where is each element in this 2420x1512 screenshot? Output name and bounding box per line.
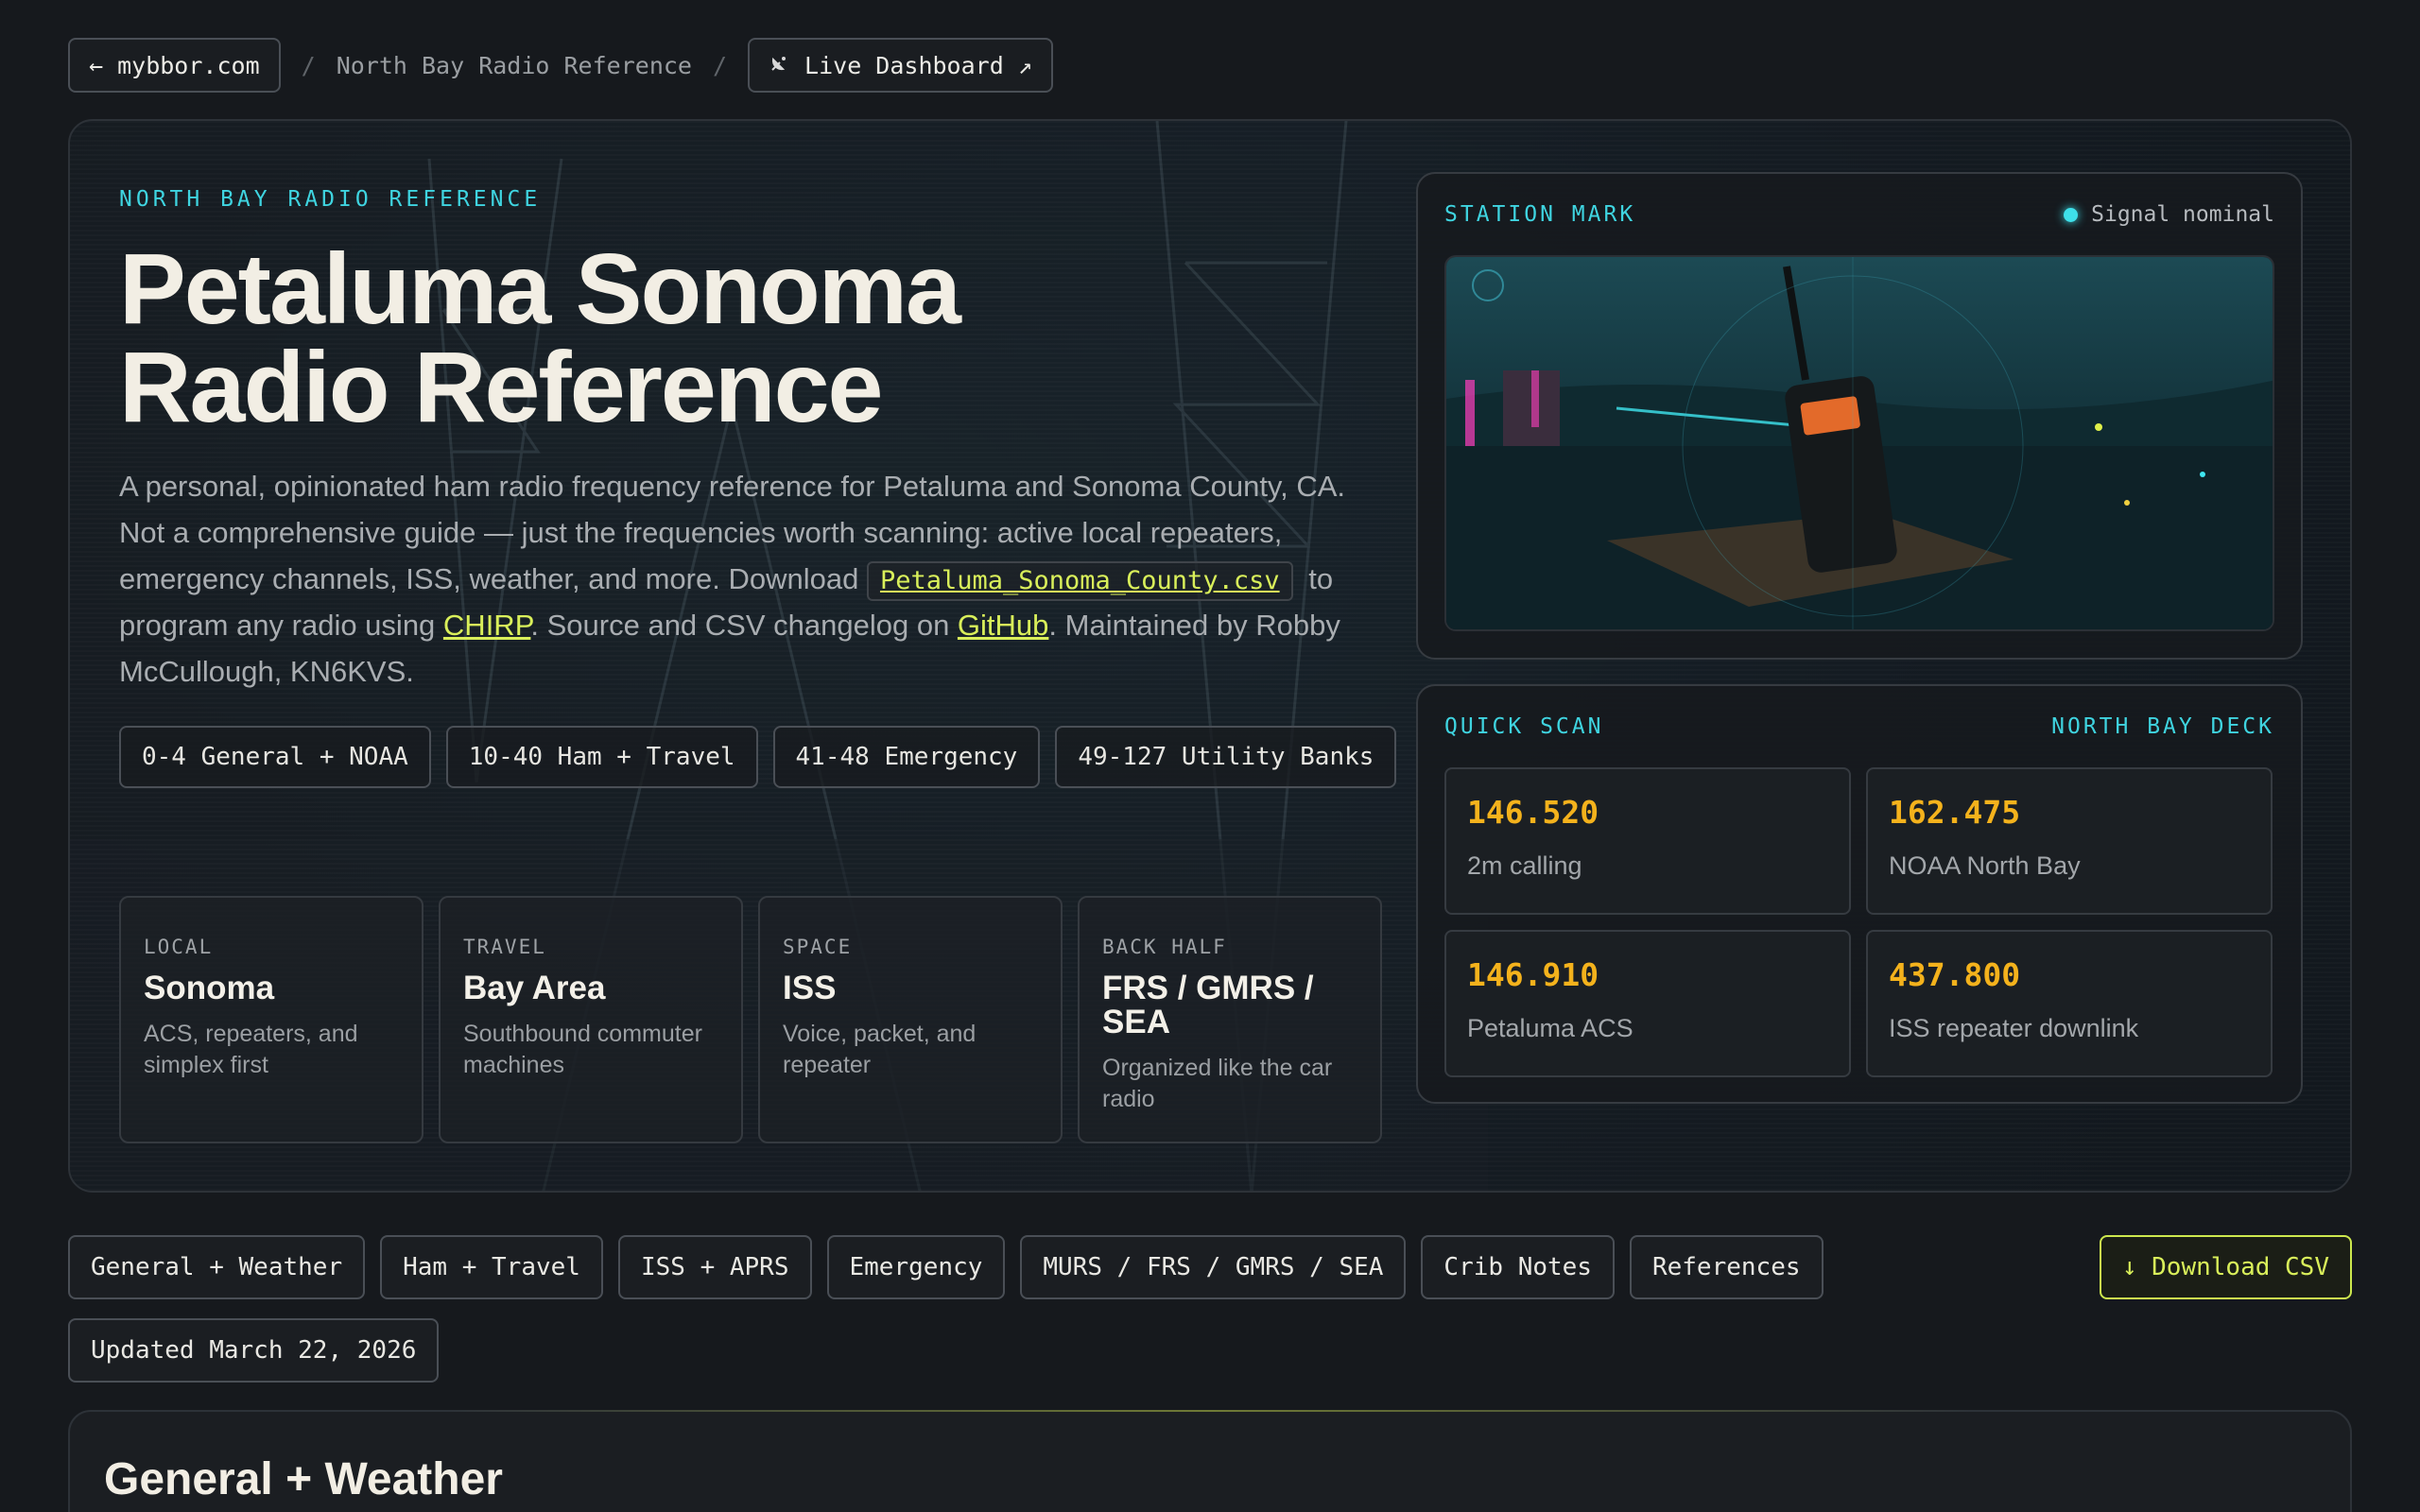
title-line-1: Petaluma Sonoma [119, 233, 961, 345]
frequency-label: Petaluma ACS [1467, 1014, 1634, 1042]
panel-header: QUICK SCAN [1444, 714, 1604, 739]
card-title: Bay Area [463, 970, 606, 1006]
quick-scan-panel: QUICK SCAN NORTH BAY DECK 146.520 2m cal… [1416, 684, 2303, 1104]
station-image [1444, 255, 2274, 631]
card-tag: LOCAL [144, 936, 214, 958]
page-title: Petaluma Sonoma Radio Reference [119, 239, 1253, 438]
station-mark-panel: STATION MARK Signal nominal [1416, 172, 2303, 660]
card-subtitle: ACS, repeaters, and simplex first [144, 1021, 358, 1078]
chirp-link[interactable]: CHIRP [443, 609, 530, 642]
csv-file-link[interactable]: Petaluma_Sonoma_County.csv [866, 561, 1293, 601]
nav-iss-aprs[interactable]: ISS + APRS [617, 1235, 812, 1299]
nav-murs-frs-gmrs-sea[interactable]: MURS / FRS / GMRS / SEA [1020, 1235, 1407, 1299]
card-tag: TRAVEL [463, 936, 546, 958]
bank-chip[interactable]: 10-40 Ham + Travel [445, 726, 758, 788]
nav-crib-notes[interactable]: Crib Notes [1421, 1235, 1615, 1299]
frequency-label: 2m calling [1467, 851, 1582, 880]
back-link[interactable]: ← mybbor.com [68, 38, 281, 93]
quick-scan-grid: 146.520 2m calling 162.475 NOAA North Ba… [1444, 767, 2273, 1077]
frequency-value: 162.475 [1889, 794, 2021, 831]
panel-header: STATION MARK [1444, 202, 1636, 227]
breadcrumb-current: North Bay Radio Reference [336, 51, 692, 79]
frequency-tile[interactable]: 146.520 2m calling [1444, 767, 1851, 915]
download-csv-button[interactable]: ↓ Download CSV [2099, 1235, 2352, 1299]
satellite-dish-icon [769, 51, 791, 79]
nav-emergency[interactable]: Emergency [826, 1235, 1006, 1299]
breadcrumb: ← mybbor.com / North Bay Radio Reference… [68, 38, 1053, 93]
card-subtitle: Organized like the car radio [1102, 1055, 1333, 1112]
card-title: FRS / GMRS / SEA [1102, 970, 1314, 1040]
frequency-value: 146.520 [1467, 794, 1599, 831]
breadcrumb-separator: / [712, 51, 728, 79]
card-subtitle: Southbound commuter machines [463, 1021, 702, 1078]
hero-description: A personal, opinionated ham radio freque… [119, 463, 1348, 695]
nav-general-weather[interactable]: General + Weather [68, 1235, 366, 1299]
card-subtitle: Voice, packet, and repeater [783, 1021, 977, 1078]
section-nav: General + Weather Ham + Travel ISS + APR… [68, 1235, 2352, 1383]
category-card-space[interactable]: SPACE ISS Voice, packet, and repeater [758, 896, 1063, 1143]
title-line-2: Radio Reference [119, 332, 884, 443]
frequency-tile[interactable]: 146.910 Petaluma ACS [1444, 930, 1851, 1077]
bank-chip[interactable]: 0-4 General + NOAA [119, 726, 431, 788]
bank-chip-list: 0-4 General + NOAA 10-40 Ham + Travel 41… [119, 726, 1443, 788]
live-dashboard-button[interactable]: Live Dashboard ↗ [748, 38, 1053, 93]
status-dot-icon [2064, 207, 2079, 222]
card-tag: SPACE [783, 936, 853, 958]
frequency-value: 146.910 [1467, 956, 1599, 993]
card-title: ISS [783, 970, 837, 1006]
frequency-tile[interactable]: 162.475 NOAA North Bay [1866, 767, 2273, 915]
category-card-back-half[interactable]: BACK HALF FRS / GMRS / SEA Organized lik… [1078, 896, 1382, 1143]
signal-status-label: Signal nominal [2091, 202, 2274, 227]
frequency-label: ISS repeater downlink [1889, 1014, 2139, 1042]
general-weather-section: General + Weather [68, 1410, 2352, 1512]
github-link[interactable]: GitHub [958, 609, 1048, 642]
updated-badge: Updated March 22, 2026 [68, 1318, 440, 1383]
panel-header-right: NORTH BAY DECK [2051, 714, 2274, 739]
signal-status: Signal nominal [2064, 202, 2274, 227]
nav-references[interactable]: References [1629, 1235, 1824, 1299]
hero-panel: NORTH BAY RADIO REFERENCE Petaluma Sonom… [68, 119, 2352, 1193]
category-card-local[interactable]: LOCAL Sonoma ACS, repeaters, and simplex… [119, 896, 424, 1143]
frequency-tile[interactable]: 437.800 ISS repeater downlink [1866, 930, 2273, 1077]
bank-chip[interactable]: 41-48 Emergency [772, 726, 1041, 788]
frequency-value: 437.800 [1889, 956, 2021, 993]
card-tag: BACK HALF [1102, 936, 1227, 958]
desc-text: . Source and CSV changelog on [530, 609, 958, 642]
card-title: Sonoma [144, 970, 275, 1006]
category-cards: LOCAL Sonoma ACS, repeaters, and simplex… [119, 896, 1382, 1143]
section-title: General + Weather [104, 1454, 503, 1504]
hero-eyebrow: NORTH BAY RADIO REFERENCE [119, 187, 542, 212]
nav-ham-travel[interactable]: Ham + Travel [380, 1235, 603, 1299]
bank-chip[interactable]: 49-127 Utility Banks [1055, 726, 1397, 788]
live-dashboard-label: Live Dashboard ↗ [804, 51, 1032, 79]
category-card-travel[interactable]: TRAVEL Bay Area Southbound commuter mach… [439, 896, 743, 1143]
frequency-label: NOAA North Bay [1889, 851, 2081, 880]
breadcrumb-separator: / [301, 51, 316, 79]
